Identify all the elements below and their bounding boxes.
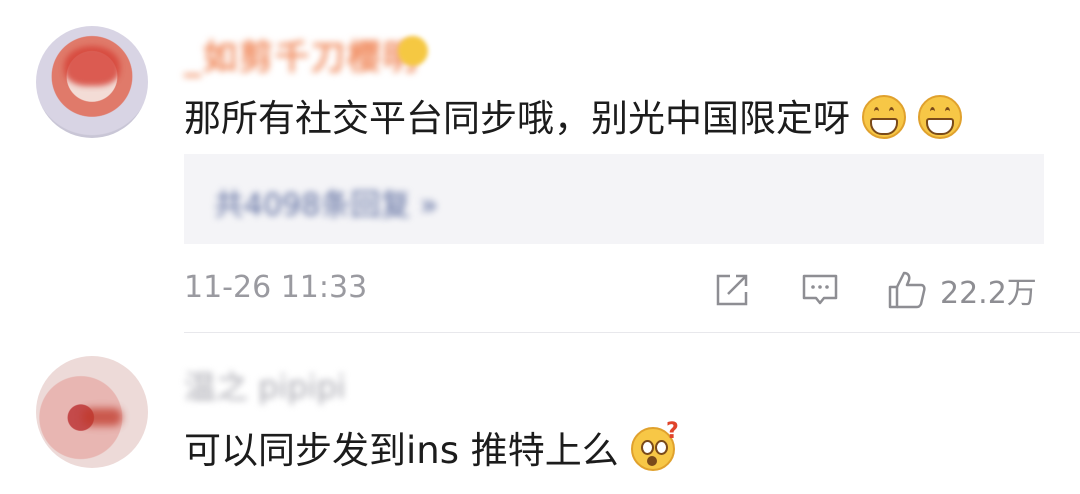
comment-icon bbox=[802, 274, 838, 305]
avatar[interactable] bbox=[36, 356, 148, 468]
username[interactable]: _如剪千刀樱明 bbox=[184, 30, 419, 79]
share-button[interactable] bbox=[712, 268, 752, 312]
comment-button[interactable] bbox=[800, 268, 840, 312]
wondering-emoji-icon: ? bbox=[630, 419, 679, 471]
like-button[interactable]: 22.2万 bbox=[886, 268, 1037, 312]
username[interactable]: 温之 pipipi bbox=[184, 362, 346, 408]
like-count: 22.2万 bbox=[940, 276, 1037, 311]
comment-text: 可以同步发到ins 推特上么? bbox=[184, 418, 679, 473]
vip-badge-icon bbox=[398, 36, 428, 66]
grin-emoji-icon bbox=[862, 94, 906, 139]
thumbs-up-icon bbox=[888, 271, 926, 309]
comment-text: 那所有社交平台同步哦，别光中国限定呀 bbox=[184, 88, 962, 143]
share-icon bbox=[716, 274, 748, 306]
avatar[interactable] bbox=[36, 26, 148, 138]
view-replies-link[interactable]: 共4098条回复 » bbox=[214, 180, 438, 224]
divider bbox=[184, 332, 1080, 333]
reply-preview[interactable]: 共4098条回复 » bbox=[184, 154, 1044, 244]
timestamp: 11-26 11:33 bbox=[184, 270, 368, 305]
grin-emoji-icon bbox=[918, 94, 962, 139]
